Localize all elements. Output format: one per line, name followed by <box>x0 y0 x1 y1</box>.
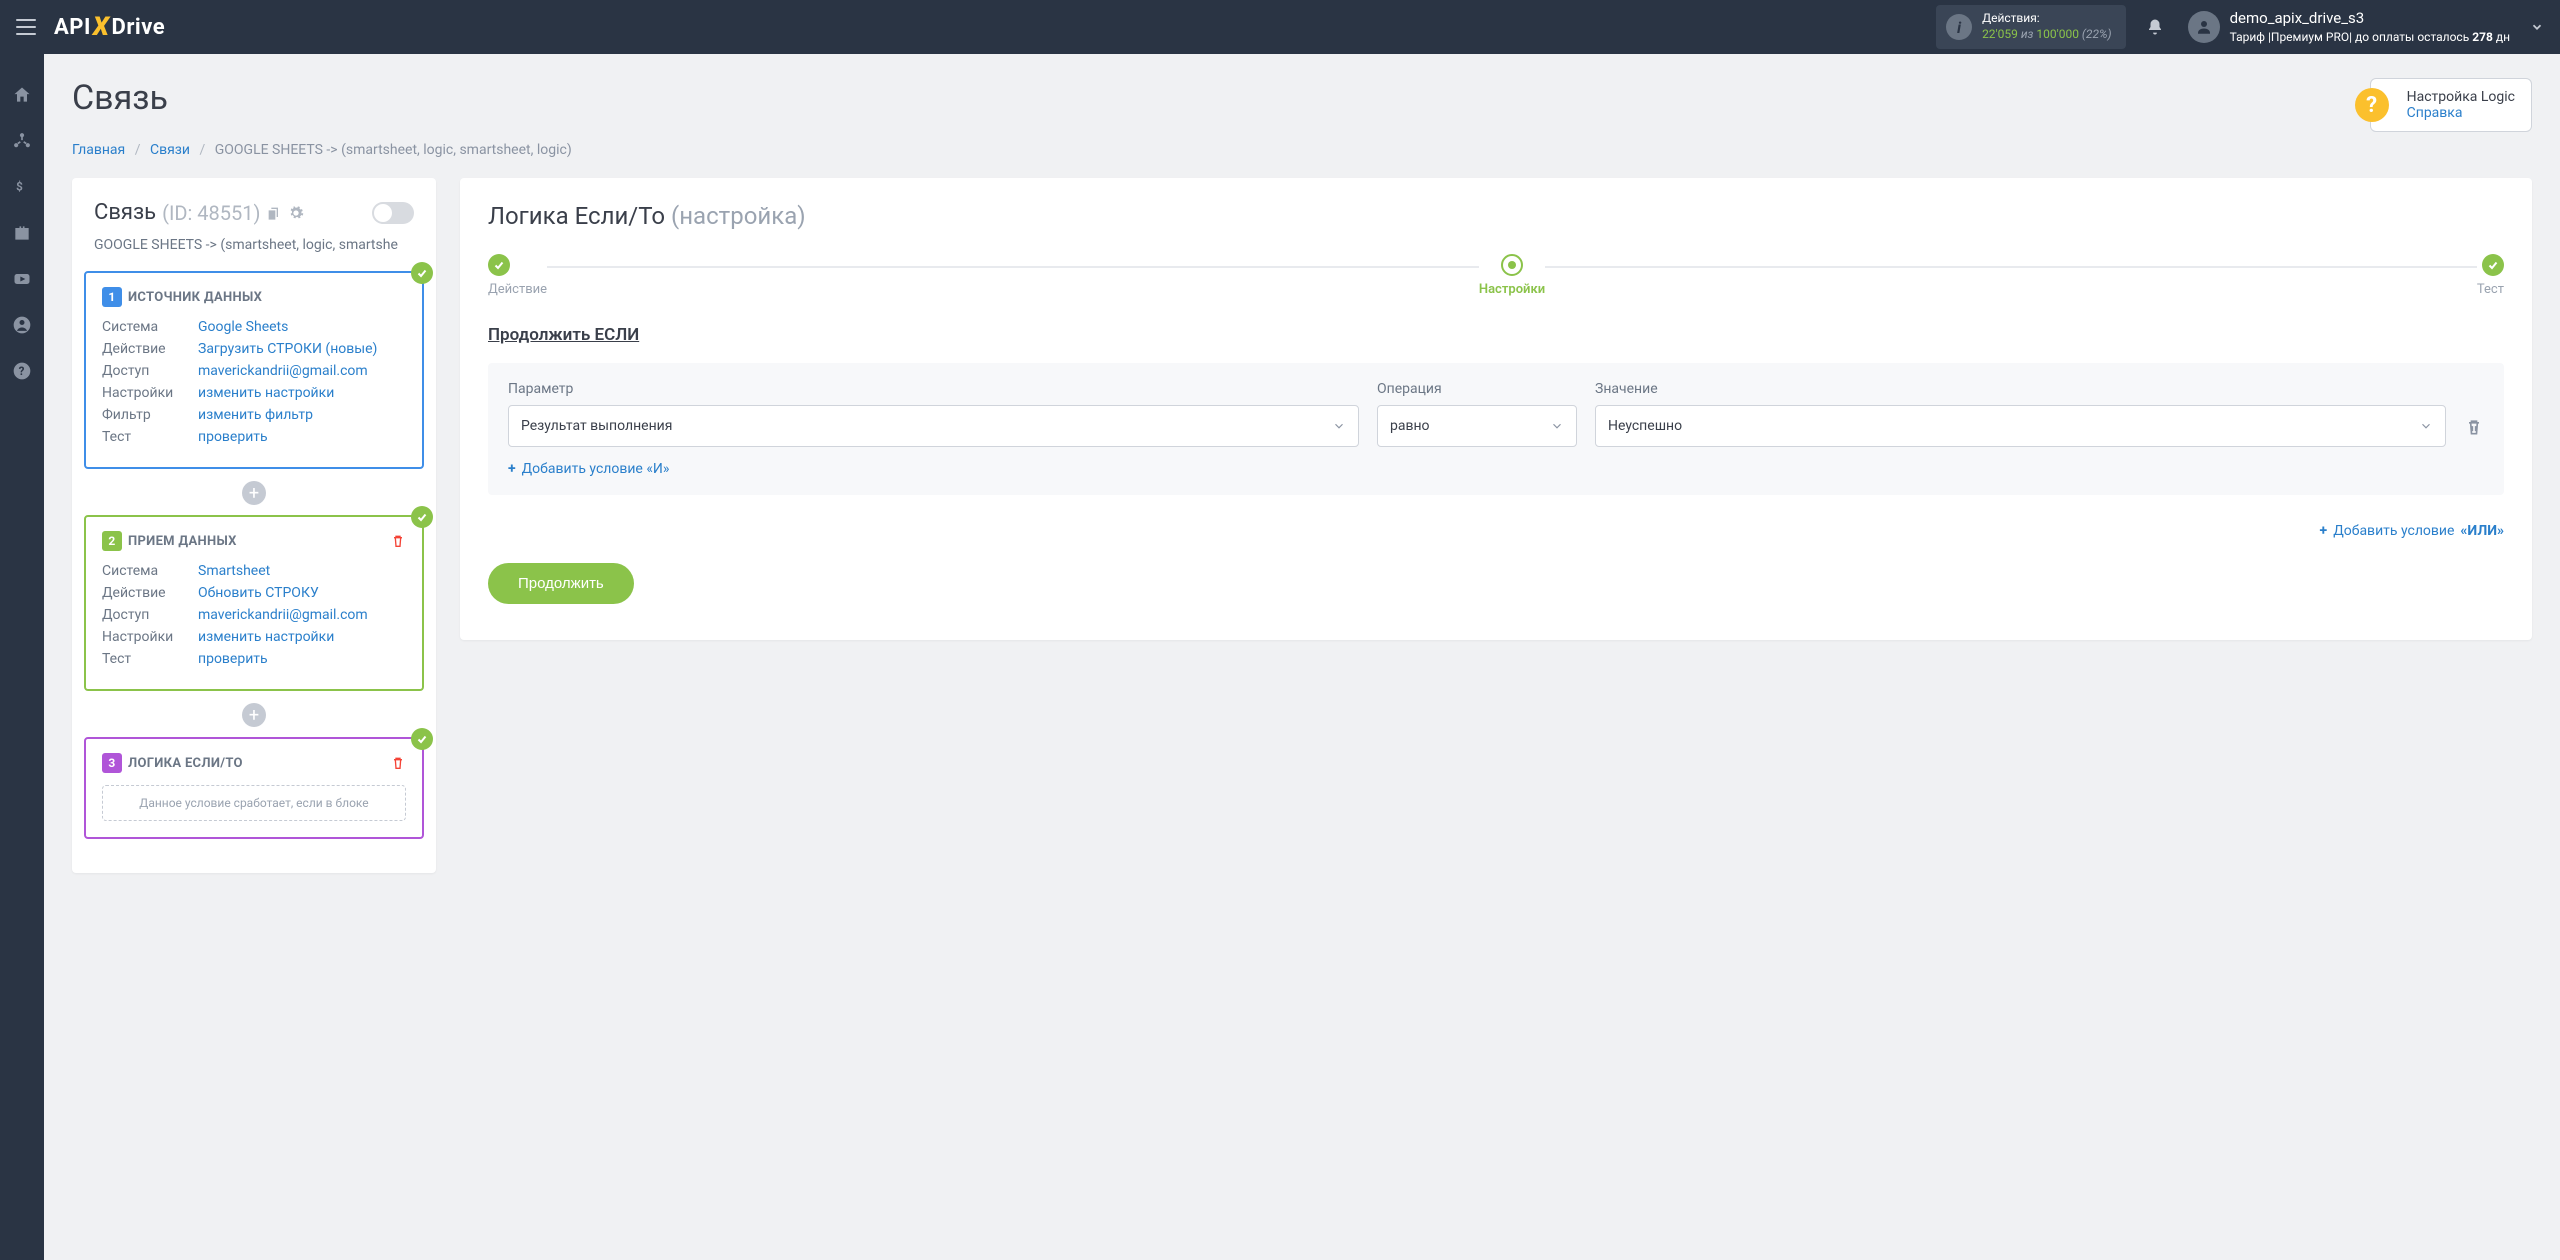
block-source[interactable]: 1 ИСТОЧНИК ДАННЫХ СистемаGoogle Sheets Д… <box>84 271 424 469</box>
kv-row: СистемаGoogle Sheets <box>102 319 406 335</box>
menu-toggle[interactable] <box>16 19 36 35</box>
connection-title: Связь <box>94 200 156 225</box>
svg-text:$: $ <box>16 180 23 194</box>
panel-title: Логика Если/То <box>488 202 671 230</box>
kv-row: Тестпроверить <box>102 651 406 667</box>
stepper: Действие Настройки Тест <box>488 254 2504 297</box>
actions-quota[interactable]: i Действия: 22'059 из 100'000 (22%) <box>1936 5 2126 48</box>
user-info[interactable]: demo_apix_drive_s3 Тариф |Премиум PRO| д… <box>2230 8 2510 46</box>
breadcrumb: Главная / Связи / GOOGLE SHEETS -> (smar… <box>72 142 2532 158</box>
delete-icon[interactable] <box>390 533 406 549</box>
breadcrumb-home[interactable]: Главная <box>72 142 125 158</box>
condition-group: Параметр Результат выполнения Операция р… <box>488 363 2504 495</box>
check-icon <box>411 506 433 528</box>
help-badge[interactable]: ? Настройка Logic Справка <box>2370 78 2532 132</box>
block-logic[interactable]: 3 ЛОГИКА ЕСЛИ/ТО Данное условие сработае… <box>84 737 424 839</box>
block-destination[interactable]: 2 ПРИЕМ ДАННЫХ СистемаSmartsheet Действи… <box>84 515 424 691</box>
logic-settings-panel: Логика Если/То (настройка) Действие Наст… <box>460 178 2532 640</box>
chevron-down-icon[interactable] <box>2530 20 2544 34</box>
delete-icon[interactable] <box>390 755 406 771</box>
sidenav: $ ? <box>0 54 44 1260</box>
add-block-button[interactable]: + <box>242 481 266 505</box>
info-icon: i <box>1946 14 1972 40</box>
help-title: Настройка Logic <box>2407 89 2515 105</box>
nav-profile-icon[interactable] <box>11 314 33 336</box>
block-num: 2 <box>102 531 122 551</box>
label-val: Значение <box>1595 381 2446 397</box>
logo-post: Drive <box>112 15 166 40</box>
question-icon: ? <box>2355 88 2389 122</box>
section-title: Продолжить ЕСЛИ <box>488 325 2504 345</box>
label-param: Параметр <box>508 381 1359 397</box>
breadcrumb-current: GOOGLE SHEETS -> (smartsheet, logic, sma… <box>215 142 572 158</box>
username: demo_apix_drive_s3 <box>2230 8 2510 29</box>
add-or-condition[interactable]: + Добавить условие «ИЛИ» <box>2320 523 2504 539</box>
logo-x: X <box>93 12 110 42</box>
actions-used: 22'059 <box>1982 27 2018 41</box>
chevron-down-icon <box>1332 419 1346 433</box>
add-and-condition[interactable]: + Добавить условие «И» <box>508 461 669 477</box>
label-op: Операция <box>1377 381 1577 397</box>
block-note: Данное условие сработает, если в блоке <box>102 785 406 821</box>
add-block-button[interactable]: + <box>242 703 266 727</box>
block-title-text: ИСТОЧНИК ДАННЫХ <box>128 290 262 305</box>
topbar: API X Drive i Действия: 22'059 из 100'00… <box>0 0 2560 54</box>
chevron-down-icon <box>2419 419 2433 433</box>
nav-help-icon[interactable]: ? <box>11 360 33 382</box>
select-param[interactable]: Результат выполнения <box>508 405 1359 447</box>
actions-of: из <box>2018 27 2037 41</box>
kv-row: Настройкиизменить настройки <box>102 385 406 401</box>
page-title: Связь <box>72 78 168 118</box>
select-op[interactable]: равно <box>1377 405 1577 447</box>
select-val[interactable]: Неуспешно <box>1595 405 2446 447</box>
connection-panel: Связь (ID: 48551) GOOGLE SHEETS -> (smar… <box>72 178 436 873</box>
connection-toggle[interactable] <box>372 202 414 224</box>
block-title-text: ЛОГИКА ЕСЛИ/ТО <box>128 756 243 771</box>
breadcrumb-links[interactable]: Связи <box>150 142 190 158</box>
delete-condition-icon[interactable] <box>2464 417 2484 437</box>
tariff-pre: Тариф |Премиум PRO| до оплаты осталось <box>2230 30 2473 44</box>
kv-row: СистемаSmartsheet <box>102 563 406 579</box>
kv-row: Тестпроверить <box>102 429 406 445</box>
nav-briefcase-icon[interactable] <box>11 222 33 244</box>
tariff-days: 278 <box>2472 30 2493 44</box>
gear-icon[interactable] <box>288 205 304 221</box>
bell-icon[interactable] <box>2146 18 2164 36</box>
check-icon <box>411 728 433 750</box>
kv-row: Фильтризменить фильтр <box>102 407 406 423</box>
kv-row: Доступmaverickandrii@gmail.com <box>102 607 406 623</box>
actions-label: Действия: <box>1982 11 2112 27</box>
kv-row: Настройкиизменить настройки <box>102 629 406 645</box>
kv-row: Доступmaverickandrii@gmail.com <box>102 363 406 379</box>
block-num: 1 <box>102 287 122 307</box>
nav-billing-icon[interactable]: $ <box>11 176 33 198</box>
block-title-text: ПРИЕМ ДАННЫХ <box>128 534 237 549</box>
actions-pct: (22%) <box>2079 27 2112 41</box>
step-action[interactable]: Действие <box>488 254 547 297</box>
check-icon <box>411 262 433 284</box>
connection-id: (ID: 48551) <box>162 201 260 225</box>
kv-row: ДействиеОбновить СТРОКУ <box>102 585 406 601</box>
chevron-down-icon <box>1550 419 1564 433</box>
panel-subtitle: (настройка) <box>671 202 806 230</box>
svg-text:?: ? <box>19 364 25 378</box>
step-settings[interactable]: Настройки <box>1479 254 1545 297</box>
nav-home-icon[interactable] <box>11 84 33 106</box>
continue-button[interactable]: Продолжить <box>488 563 634 604</box>
kv-row: ДействиеЗагрузить СТРОКИ (новые) <box>102 341 406 357</box>
avatar[interactable] <box>2188 11 2220 43</box>
connection-subtitle: GOOGLE SHEETS -> (smartsheet, logic, sma… <box>72 237 436 253</box>
logo[interactable]: API X Drive <box>54 12 165 42</box>
step-test[interactable]: Тест <box>2477 254 2504 297</box>
tariff-post: дн <box>2493 30 2510 44</box>
logo-pre: API <box>54 15 91 40</box>
copy-icon[interactable] <box>266 205 282 221</box>
nav-connections-icon[interactable] <box>11 130 33 152</box>
actions-total: 100'000 <box>2036 27 2079 41</box>
nav-video-icon[interactable] <box>11 268 33 290</box>
help-link[interactable]: Справка <box>2407 105 2515 121</box>
block-num: 3 <box>102 753 122 773</box>
